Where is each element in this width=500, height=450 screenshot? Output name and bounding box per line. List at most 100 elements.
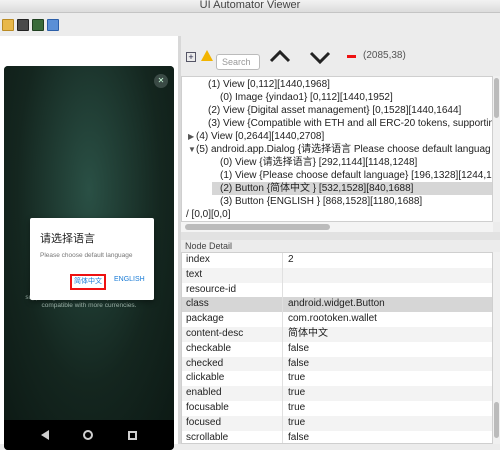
tree-node[interactable]: (1) View [0,112][1440,1968] <box>200 78 492 91</box>
detail-key: index <box>186 254 210 265</box>
expand-toggle-icon[interactable]: ▼ <box>188 143 196 156</box>
detail-row[interactable]: index 2 <box>182 253 492 268</box>
scroll-thumb[interactable] <box>494 402 499 438</box>
dialog-message: Please choose default language <box>40 252 133 259</box>
column-separator <box>282 415 283 431</box>
device-frame: ✕ supporting multiple wallet import, and… <box>4 66 174 450</box>
detail-value: true <box>288 402 306 413</box>
english-button[interactable]: ENGLISH <box>114 276 145 283</box>
detail-key: checkable <box>186 342 232 354</box>
detail-row[interactable]: focusable true <box>182 401 492 416</box>
detail-value: true <box>288 387 306 399</box>
language-dialog: 请选择语言 Please choose default language 简体中… <box>30 218 154 300</box>
detail-value: false <box>288 431 310 443</box>
tree-node[interactable]: ▶ (4) View [0,2644][1440,2708] <box>188 130 492 143</box>
tree-toolbar: + Search (2085,38) <box>181 36 500 76</box>
tree-node[interactable]: (1) View {Please choose default language… <box>212 169 492 182</box>
detail-value: true <box>288 372 306 384</box>
column-separator <box>282 401 283 416</box>
screenshot-pane: ✕ supporting multiple wallet import, and… <box>0 36 178 450</box>
column-separator <box>282 312 283 327</box>
scroll-thumb[interactable] <box>185 224 330 230</box>
detail-row[interactable]: focused true <box>182 415 492 431</box>
open-folder-icon[interactable] <box>2 19 14 31</box>
tree-node[interactable]: (0) Image {yindao1} [0,112][1440,1952] <box>212 91 492 104</box>
node-detail-header: Node Detail <box>181 240 500 252</box>
detail-value: 2 <box>288 254 294 265</box>
save-icon[interactable] <box>47 19 59 31</box>
detail-row[interactable]: checkable false <box>182 341 492 357</box>
detail-row[interactable]: text <box>182 267 492 283</box>
recents-icon[interactable] <box>127 430 137 440</box>
column-separator <box>282 371 283 387</box>
expand-all-icon[interactable]: + <box>186 52 196 62</box>
dialog-title: 请选择语言 <box>40 233 95 245</box>
detail-row[interactable]: content-desc 简体中文 <box>182 327 492 342</box>
expand-toggle-icon[interactable]: ▶ <box>188 130 196 143</box>
tree-node-label: (1) View [0,112][1440,1968] <box>208 79 330 90</box>
detail-row[interactable]: enabled true <box>182 386 492 401</box>
detail-row[interactable]: class android.widget.Button <box>182 297 492 313</box>
tree-node[interactable]: (2) View {Digital asset management} [0,1… <box>200 104 492 117</box>
tree-node-label: (1) View {Please choose default language… <box>220 170 492 181</box>
detail-value: false <box>288 357 310 369</box>
column-separator <box>282 356 283 372</box>
detail-key: text <box>186 268 203 280</box>
scroll-thumb[interactable] <box>494 78 499 118</box>
home-icon[interactable] <box>83 430 94 440</box>
window-title: UI Automator Viewer <box>199 0 301 11</box>
detail-key: package <box>186 313 224 325</box>
detail-key: class <box>186 298 209 310</box>
device-screen[interactable]: ✕ supporting multiple wallet import, and… <box>4 66 174 420</box>
column-separator <box>282 341 283 357</box>
column-separator <box>282 430 283 443</box>
column-separator <box>282 253 283 268</box>
tree-node-label: (5) android.app.Dialog {请选择语言 Please cho… <box>196 144 491 155</box>
detail-key: clickable <box>186 372 225 384</box>
tree-horizontal-scrollbar[interactable] <box>181 222 493 232</box>
detail-value: 简体中文 <box>288 328 328 339</box>
chevron-up-icon[interactable] <box>269 46 291 68</box>
tree-node[interactable]: (3) Button {ENGLISH } [868,1528][1180,16… <box>212 195 492 208</box>
chevron-down-icon[interactable] <box>309 46 331 68</box>
tree-node-label: (3) Button {ENGLISH } [868,1528][1180,16… <box>220 196 423 207</box>
node-detail-table: index 2 text resource-id class android.widget… <box>181 252 493 444</box>
detail-key: resource-id <box>186 283 237 295</box>
coordinates-readout: (2085,38) <box>363 50 406 61</box>
detail-row[interactable]: scrollable false <box>182 430 492 443</box>
tree-node[interactable]: / [0,0][0,0] <box>182 208 492 221</box>
tree-node[interactable]: (2) Button {简体中文 } [532,1528][840,1688] <box>212 182 492 195</box>
detail-value: android.widget.Button <box>288 298 385 310</box>
detail-row[interactable]: checked false <box>182 356 492 372</box>
detail-key: content-desc <box>186 328 244 339</box>
device-screenshot-compressed-icon[interactable] <box>32 19 44 31</box>
tree-node-label: (2) Button {简体中文 } [532,1528][840,1688] <box>220 183 414 194</box>
close-icon[interactable]: ✕ <box>154 74 168 88</box>
detail-key: checked <box>186 357 224 369</box>
column-separator <box>282 327 283 342</box>
detail-key: scrollable <box>186 431 229 443</box>
tree-node[interactable]: (3) View {Compatible with ETH and all ER… <box>200 117 492 130</box>
tree-node[interactable]: (0) View {请选择语言} [292,1144][1148,1248] <box>212 156 492 169</box>
chinese-button[interactable]: 简体中文 <box>70 274 106 290</box>
detail-row[interactable]: resource-id <box>182 282 492 298</box>
tree-vertical-scrollbar[interactable] <box>493 76 500 222</box>
column-separator <box>282 297 283 313</box>
main-toolbar <box>0 14 182 36</box>
detail-value: true <box>288 416 306 428</box>
tree-node-label: / [0,0][0,0] <box>186 209 231 220</box>
tree-node-label: (4) View [0,2644][1440,2708] <box>196 131 325 142</box>
tree-node-label: (0) View {请选择语言} [292,1144][1148,1248] <box>220 157 418 168</box>
tree-node[interactable]: ▼(5) android.app.Dialog {请选择语言 Please ch… <box>188 143 492 156</box>
clear-icon[interactable] <box>347 55 356 58</box>
hierarchy-tree[interactable]: (1) View [0,112][1440,1968] (0) Image {yi… <box>181 76 493 222</box>
warning-icon[interactable] <box>201 50 213 61</box>
detail-row[interactable]: clickable true <box>182 371 492 387</box>
detail-scrollbar[interactable] <box>493 252 500 444</box>
device-screenshot-icon[interactable] <box>17 19 29 31</box>
search-input[interactable]: Search <box>216 54 260 70</box>
splitter[interactable] <box>181 232 500 240</box>
detail-row[interactable]: package com.rootoken.wallet <box>182 312 492 327</box>
android-nav-bar <box>4 420 174 450</box>
back-icon[interactable] <box>41 430 50 440</box>
